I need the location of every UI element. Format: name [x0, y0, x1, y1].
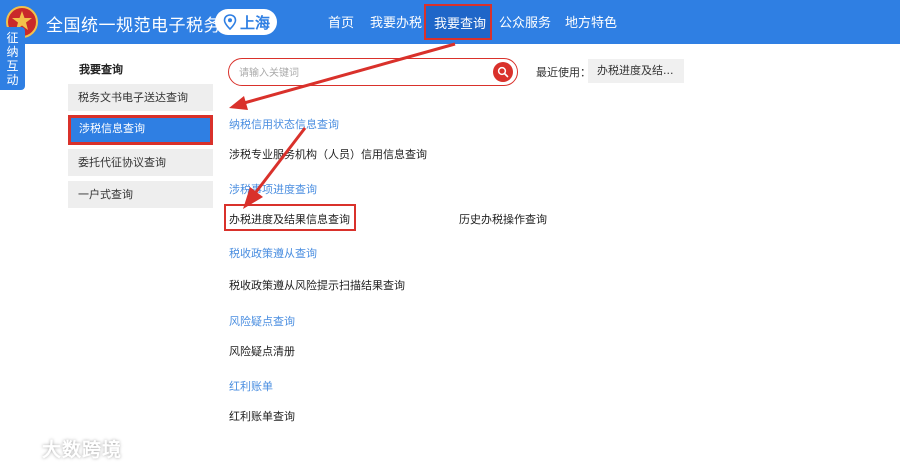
arrow-to-sidebar-icon: [229, 42, 456, 110]
watermark-text: 大数跨境: [42, 439, 123, 461]
annotation-arrows: [229, 42, 456, 209]
brand-watermark-icon: [6, 436, 37, 454]
arrow-to-result-link-icon: [243, 127, 307, 209]
